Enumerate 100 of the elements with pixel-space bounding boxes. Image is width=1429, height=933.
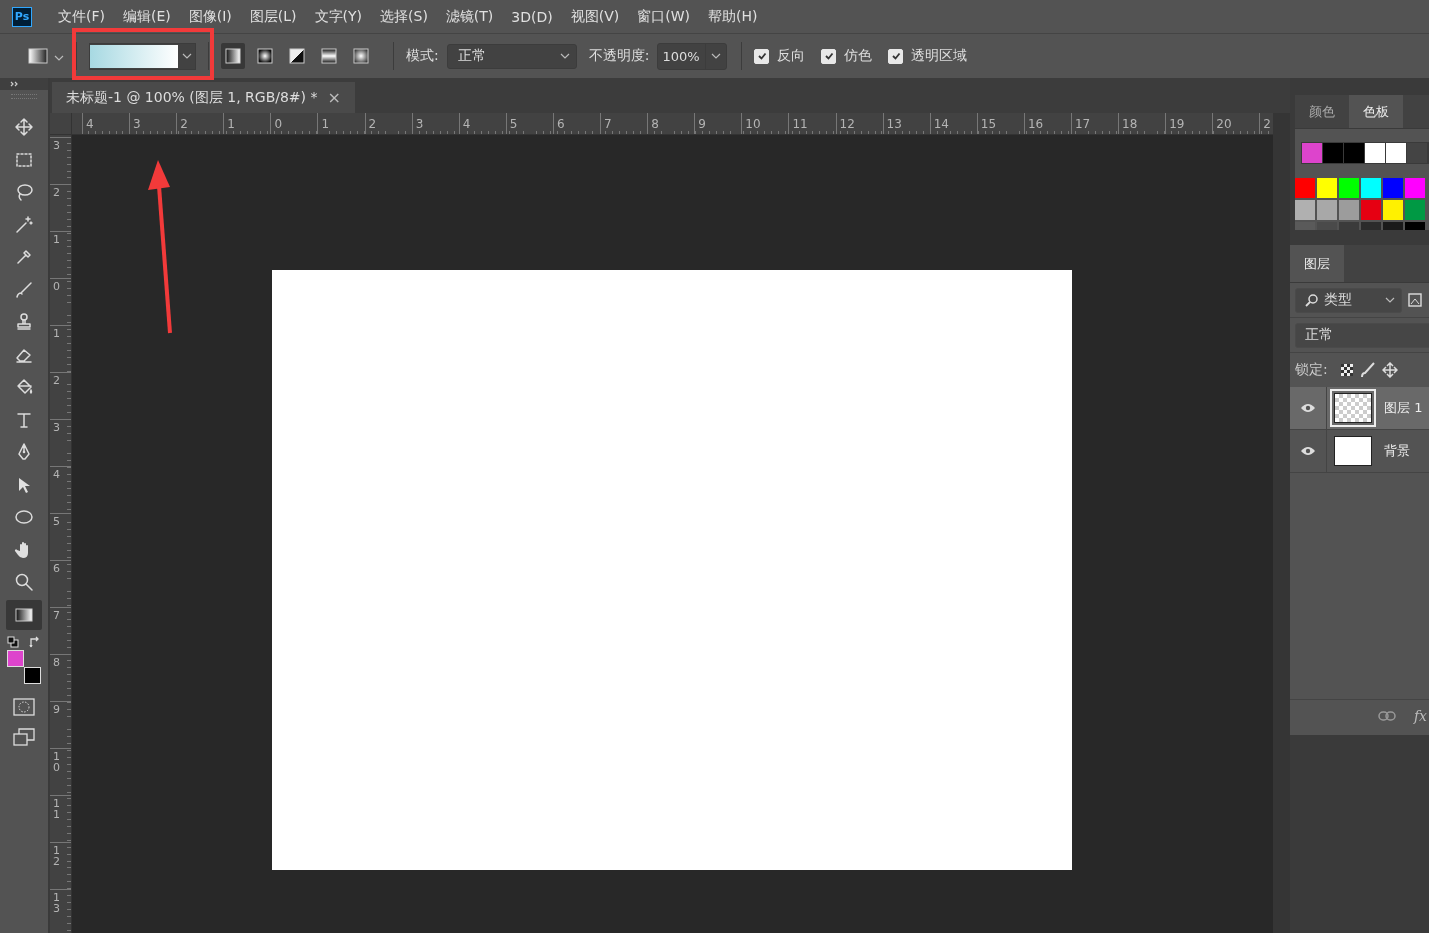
color-swatch[interactable]	[1317, 200, 1337, 220]
color-swatch[interactable]	[1407, 143, 1427, 163]
ruler-label: 7	[600, 113, 648, 134]
checkbox[interactable]	[754, 48, 770, 64]
menu-item[interactable]: 编辑(E)	[123, 7, 171, 26]
close-icon[interactable]: ×	[327, 88, 341, 107]
opacity-label: 不透明度:	[588, 47, 650, 65]
menu-item[interactable]: 3D(D)	[511, 8, 553, 25]
filter-value: 类型	[1324, 291, 1352, 307]
color-swatch[interactable]	[1317, 178, 1337, 198]
ruler-label: 4	[53, 469, 60, 480]
search-icon	[1305, 293, 1318, 307]
menu-item[interactable]: 文字(Y)	[314, 7, 363, 26]
color-swatch[interactable]	[1339, 200, 1359, 220]
checkbox-label: 反向	[777, 47, 806, 65]
checkmark-icon	[890, 51, 901, 61]
ruler-label: 18	[1118, 113, 1166, 134]
swap-colors-icon[interactable]	[29, 636, 41, 648]
double-chevron-icon[interactable]	[10, 81, 18, 87]
brush-tool-icon	[14, 279, 34, 300]
color-swatch[interactable]	[1339, 178, 1359, 198]
lock-label: 锁定:	[1295, 361, 1328, 379]
checkbox[interactable]	[888, 48, 904, 64]
link-icon[interactable]	[1377, 711, 1396, 721]
ruler-label: 4	[82, 113, 130, 134]
default-colors-icon[interactable]	[7, 636, 19, 648]
document-tab[interactable]: 未标题-1 @ 100% (图层 1, RGB/8#) * ×	[52, 82, 355, 113]
menu-item[interactable]: 图像(I)	[188, 7, 232, 26]
quick-mask-icon[interactable]	[13, 698, 35, 716]
ruler-label: 15	[976, 113, 1024, 134]
menu-item[interactable]: 滤镜(T)	[445, 7, 494, 26]
brush-icon[interactable]	[1359, 362, 1376, 378]
gradient-picker[interactable]	[89, 42, 196, 70]
foreground-color-swatch[interactable]	[7, 650, 24, 667]
ruler-label: 5	[505, 113, 553, 134]
color-swatch[interactable]	[1344, 143, 1364, 163]
panel-tab[interactable]: 色板	[1349, 95, 1403, 128]
caret-icon	[559, 53, 570, 59]
caret-icon	[1385, 297, 1395, 303]
lock-transparency-icon[interactable]	[1339, 363, 1354, 377]
fx-button[interactable]: fx	[1413, 708, 1427, 724]
menu-item[interactable]: 窗口(W)	[637, 7, 691, 26]
eye-icon[interactable]	[1300, 446, 1316, 456]
panel-tab[interactable]: 图层	[1290, 245, 1344, 282]
ruler-label: 1	[53, 328, 60, 339]
ruler-label: 8	[53, 657, 60, 668]
menu-item[interactable]: 图层(L)	[249, 7, 297, 26]
color-swatch[interactable]	[1383, 178, 1403, 198]
menu-item[interactable]: 视图(V)	[570, 7, 620, 26]
document-title: 未标题-1 @ 100% (图层 1, RGB/8#) *	[66, 88, 318, 107]
stamp-tool-icon	[14, 312, 34, 332]
eye-icon[interactable]	[1300, 403, 1316, 413]
gradient-tool-icon[interactable]	[28, 46, 48, 66]
color-swatch[interactable]	[1405, 178, 1425, 198]
menu-item[interactable]: 帮助(H)	[708, 7, 758, 26]
move-icon[interactable]	[1381, 362, 1398, 378]
background-color-swatch[interactable]	[24, 667, 41, 684]
move-tool-icon	[14, 117, 34, 137]
ruler-label: 3	[129, 113, 177, 134]
caret-icon	[711, 53, 722, 59]
screen-mode-icon[interactable]	[13, 728, 35, 746]
color-swatch[interactable]	[1386, 143, 1406, 163]
ruler-label: 12	[835, 113, 883, 134]
color-swatch[interactable]	[1383, 200, 1403, 220]
layer-row[interactable]: 背景	[1290, 430, 1429, 473]
dropdown-caret-icon[interactable]	[54, 55, 64, 61]
color-swatch[interactable]	[1405, 200, 1425, 220]
color-swatch[interactable]	[1365, 143, 1385, 163]
color-swatch[interactable]	[1295, 178, 1315, 198]
ruler-label: 13	[882, 113, 930, 134]
checkbox[interactable]	[821, 48, 837, 64]
ruler-label: 17	[1070, 113, 1119, 134]
layer-row[interactable]: 图层 1	[1290, 387, 1429, 430]
ruler-label: 9	[53, 704, 60, 715]
mode-dropdown[interactable]: 正常	[446, 43, 577, 69]
mode-value: 正常	[457, 47, 486, 65]
ruler-label: 1	[317, 113, 365, 134]
menu-item[interactable]: 文件(F)	[58, 7, 105, 26]
ruler-label: 8	[647, 113, 695, 134]
ruler-label: 14	[929, 113, 977, 134]
layer-name: 背景	[1384, 442, 1410, 460]
tool-button[interactable]	[6, 599, 42, 630]
ruler-label: 1	[53, 234, 60, 245]
checkbox-label: 透明区域	[911, 47, 968, 65]
color-swatch[interactable]	[1361, 178, 1381, 198]
opacity-field[interactable]: 100%	[657, 42, 728, 70]
menu-item[interactable]: 选择(S)	[380, 7, 428, 26]
panel-tab[interactable]: 颜色	[1295, 95, 1349, 128]
color-swatch[interactable]	[1361, 200, 1381, 220]
ruler-label: 20	[1212, 113, 1260, 134]
gradient-type-button[interactable]	[221, 43, 245, 69]
image-filter-icon[interactable]	[1408, 293, 1422, 307]
ruler-label: 4	[458, 113, 506, 134]
layer-filter-dropdown[interactable]: 类型	[1295, 287, 1402, 313]
color-swatch[interactable]	[1302, 143, 1322, 163]
ruler-label: 1	[223, 113, 271, 134]
ellipse-tool-icon	[14, 507, 34, 527]
blend-mode-dropdown[interactable]: 正常	[1295, 322, 1429, 348]
color-swatch[interactable]	[1295, 200, 1315, 220]
color-swatch[interactable]	[1323, 143, 1343, 163]
